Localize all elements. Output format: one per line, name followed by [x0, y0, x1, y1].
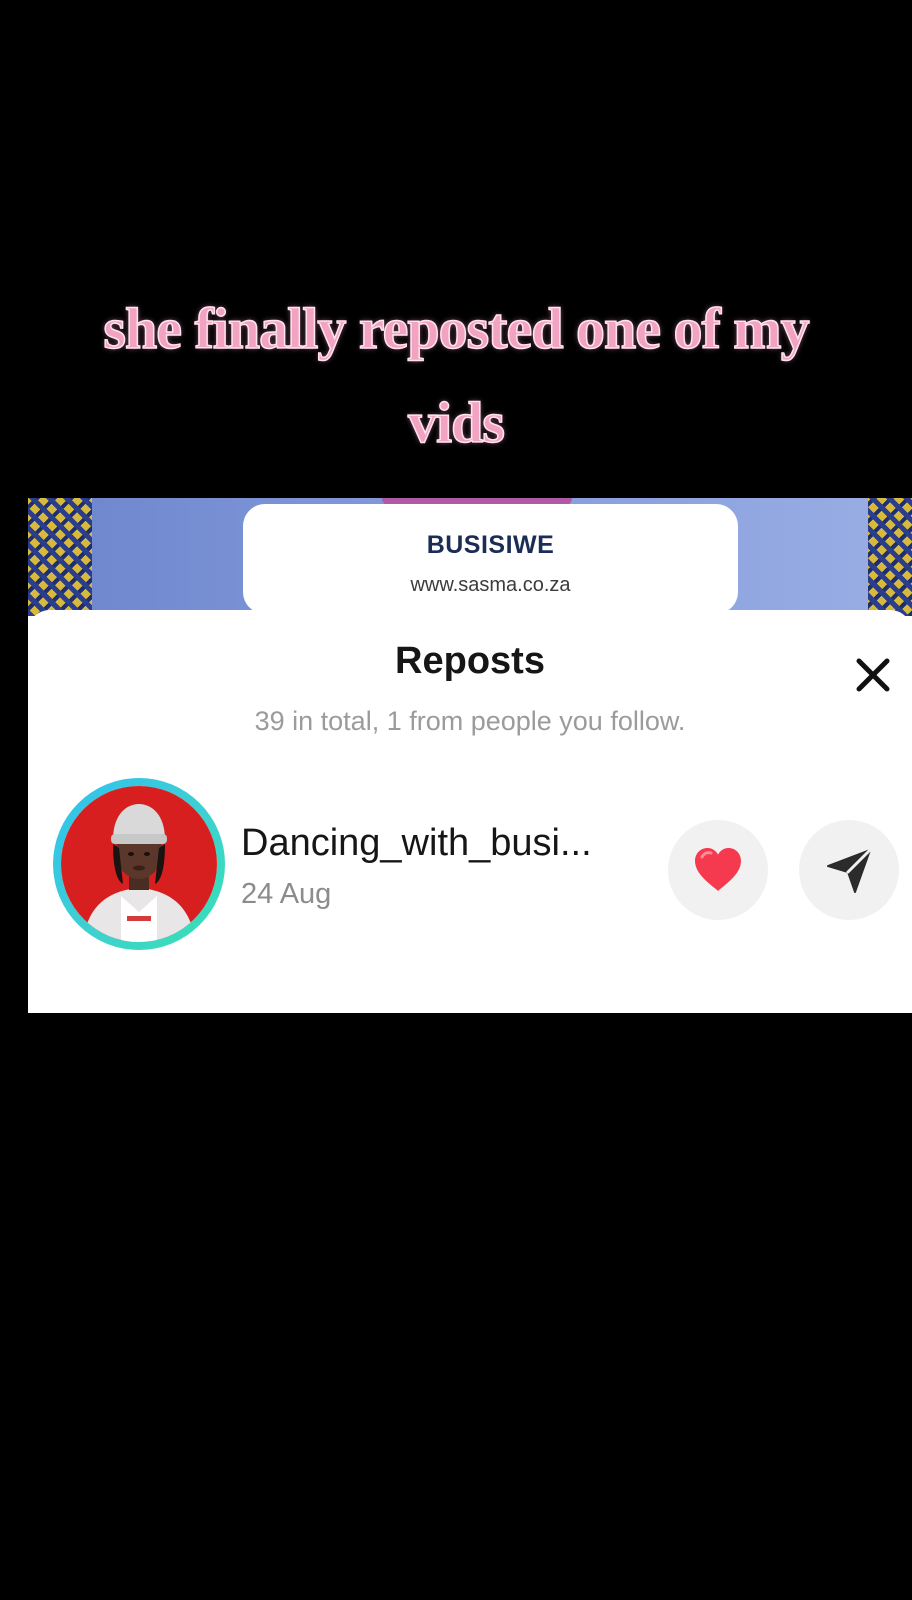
sheet-title: Reposts	[395, 640, 545, 682]
avatar[interactable]	[53, 778, 225, 950]
banner-url: www.sasma.co.za	[410, 574, 571, 596]
caption-line-2: vids	[407, 389, 505, 456]
banner-title: BUSISIWE	[426, 531, 555, 559]
close-button[interactable]	[852, 654, 894, 696]
send-icon	[827, 848, 872, 893]
list-item[interactable]: Dancing_with_busi... 24 Aug	[28, 770, 912, 950]
pattern-decoration-left	[28, 498, 92, 616]
close-icon	[856, 658, 890, 692]
avatar-photo	[61, 786, 217, 942]
heart-icon	[695, 848, 741, 891]
repost-screenshot: BUSISIWE www.sasma.co.za Reposts 39 in t…	[28, 498, 912, 1013]
repost-date: 24 Aug	[241, 878, 332, 910]
sheet-subtitle: 39 in total, 1 from people you follow.	[254, 706, 686, 736]
repost-username[interactable]: Dancing_with_busi...	[241, 822, 592, 865]
caption-line-1: she finally reposted one of my	[103, 295, 811, 362]
caption-overlay: she finally reposted one of my vids	[40, 282, 872, 470]
share-button[interactable]	[799, 820, 899, 920]
video-banner: BUSISIWE www.sasma.co.za	[28, 498, 912, 616]
avatar-image	[61, 786, 217, 942]
banner-card: BUSISIWE www.sasma.co.za	[243, 504, 738, 614]
pattern-decoration-right	[868, 498, 912, 616]
like-button[interactable]	[668, 820, 768, 920]
reposts-sheet: Reposts 39 in total, 1 from people you f…	[28, 610, 912, 1007]
